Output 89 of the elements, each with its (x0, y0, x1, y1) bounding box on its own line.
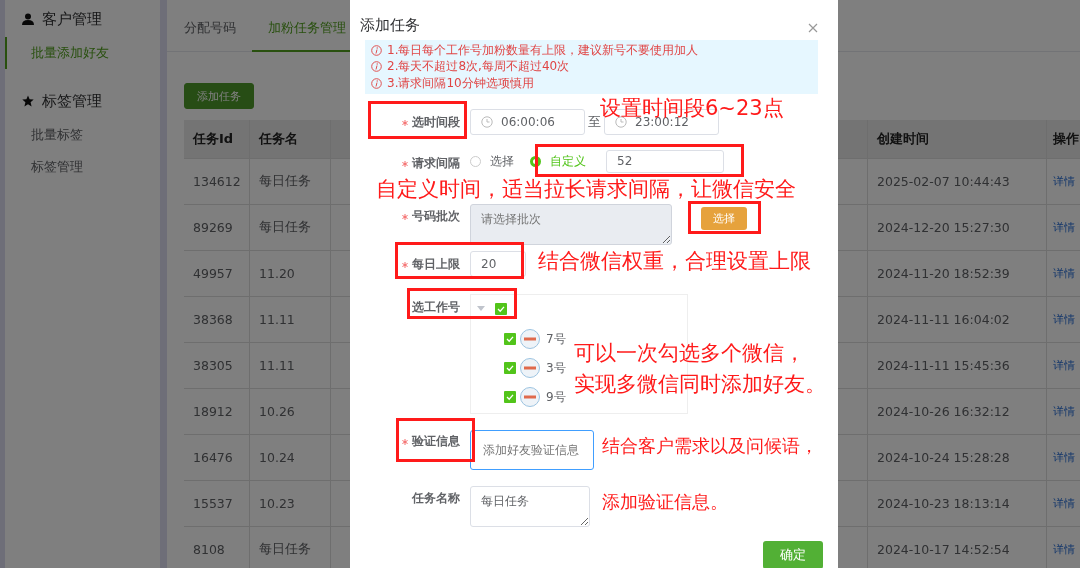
user-icon (22, 13, 34, 25)
table-cell: 11.11 (250, 343, 331, 388)
table-cell: 11.20 (250, 251, 331, 296)
details-link[interactable]: 详情 (1053, 404, 1075, 419)
table-cell: 89269 (184, 205, 250, 250)
table-cell: 10.23 (250, 481, 331, 526)
add-task-button[interactable]: 添加任务 (184, 83, 254, 109)
annotation-text: 可以一次勾选多个微信， (574, 340, 805, 366)
account-label: 9号 (546, 388, 566, 406)
annotation-text: 结合客户需求以及问候语， (602, 434, 818, 458)
details-link[interactable]: 详情 (1053, 542, 1075, 557)
details-link[interactable]: 详情 (1053, 174, 1075, 189)
tab[interactable]: 分配号码 (184, 0, 252, 52)
menu-group-title: 客户管理 (42, 9, 102, 29)
dialog-title: 添加任务 (360, 15, 420, 35)
table-cell: 2024-11-20 18:52:39 (868, 251, 1047, 296)
field-label: 号码批次 (412, 208, 460, 225)
radio-option[interactable]: 自定义 (530, 152, 586, 170)
notice-text: 3.请求间隔10分钟选项慎用 (387, 74, 534, 92)
annotation-text: 自定义时间，适当拉长请求间隔，让微信安全 (376, 178, 796, 200)
table-cell: 2024-10-17 14:52:54 (868, 527, 1047, 568)
time-field[interactable]: 06:00:06 (470, 108, 585, 135)
close-icon (808, 23, 818, 33)
table-cell: 10.24 (250, 435, 331, 480)
table-cell: 38305 (184, 343, 250, 388)
menu-group-title: 标签管理 (42, 91, 102, 111)
field-label: 验证信息 (412, 433, 460, 450)
account-label: 3号 (546, 359, 566, 377)
verification-field[interactable]: 添加好友验证信息 (470, 429, 594, 470)
table-cell: 134612 (184, 159, 250, 204)
notice-text: 1.每日每个工作号加粉数量有上限，建议新号不要使用加人 (387, 41, 699, 59)
sidebar-item[interactable]: 标签管理 (5, 151, 160, 183)
task-name-field[interactable]: 每日任务 (470, 485, 590, 527)
table-cell: 2024-10-24 15:28:28 (868, 435, 1047, 480)
field-label: 选工作号 (412, 299, 460, 316)
notice-text: 2.每天不超过8次,每周不超过40次 (387, 58, 570, 76)
avatar-icon (520, 329, 540, 349)
daily-limit-field[interactable]: 20 (470, 250, 526, 277)
table-cell: 2024-11-11 16:04:02 (868, 297, 1047, 342)
annotation-text: 添加验证信息。 (602, 490, 728, 514)
table-cell: 2024-12-20 15:27:30 (868, 205, 1047, 250)
table-cell: 2024-11-11 15:45:36 (868, 343, 1047, 388)
table-cell: 2025-02-07 10:44:43 (868, 159, 1047, 204)
checkbox[interactable] (504, 391, 516, 403)
column-header: 创建时间 (868, 120, 1047, 158)
radio-option[interactable]: 选择 (470, 152, 514, 170)
table-cell: 10.26 (250, 389, 331, 434)
annotation-text: 实现多微信同时添加好友。 (574, 371, 826, 397)
clock-icon (481, 115, 493, 128)
info-icon (371, 44, 382, 56)
table-cell: 18912 (184, 389, 250, 434)
checkbox[interactable] (504, 362, 516, 374)
field-label: 每日上限 (412, 256, 460, 273)
table-cell: 15537 (184, 481, 250, 526)
avatar-icon (520, 358, 540, 378)
table-cell: 8108 (184, 527, 250, 568)
column-header: 任务Id (184, 120, 250, 158)
table-cell: 38368 (184, 297, 250, 342)
account-label: 7号 (546, 330, 566, 348)
column-header: 操作 (1052, 130, 1080, 148)
field-label: 选时间段 (412, 114, 460, 131)
range-separator: 至 (588, 113, 601, 131)
avatar-icon (520, 387, 540, 407)
table-cell: 16476 (184, 435, 250, 480)
field-label: 请求间隔 (412, 155, 460, 172)
details-link[interactable]: 详情 (1053, 220, 1075, 235)
table-cell: 49957 (184, 251, 250, 296)
details-link[interactable]: 详情 (1053, 358, 1075, 373)
details-link[interactable]: 详情 (1053, 266, 1075, 281)
details-link[interactable]: 详情 (1053, 496, 1075, 511)
details-link[interactable]: 详情 (1053, 312, 1075, 327)
table-cell: 2024-10-23 18:13:14 (868, 481, 1047, 526)
field-label: 任务名称 (412, 490, 460, 507)
column-header: 任务名 (250, 120, 331, 158)
info-icon (371, 61, 382, 73)
table-cell: 11.11 (250, 297, 331, 342)
table-cell: 每日任务 (250, 527, 331, 568)
table-cell: 每日任务 (250, 205, 331, 250)
checkbox[interactable] (504, 333, 516, 345)
star-icon (22, 95, 34, 107)
table-cell: 每日任务 (250, 159, 331, 204)
interval-field[interactable]: 52 (606, 149, 724, 173)
annotation-text: 结合微信权重，合理设置上限 (538, 248, 811, 274)
sidebar-item[interactable]: 批量标签 (5, 119, 160, 151)
table-cell: 2024-10-26 16:32:12 (868, 389, 1047, 434)
details-link[interactable]: 详情 (1053, 450, 1075, 465)
confirm-button[interactable]: 确定 (763, 540, 823, 568)
checkbox[interactable] (495, 302, 507, 315)
info-icon (371, 77, 382, 89)
